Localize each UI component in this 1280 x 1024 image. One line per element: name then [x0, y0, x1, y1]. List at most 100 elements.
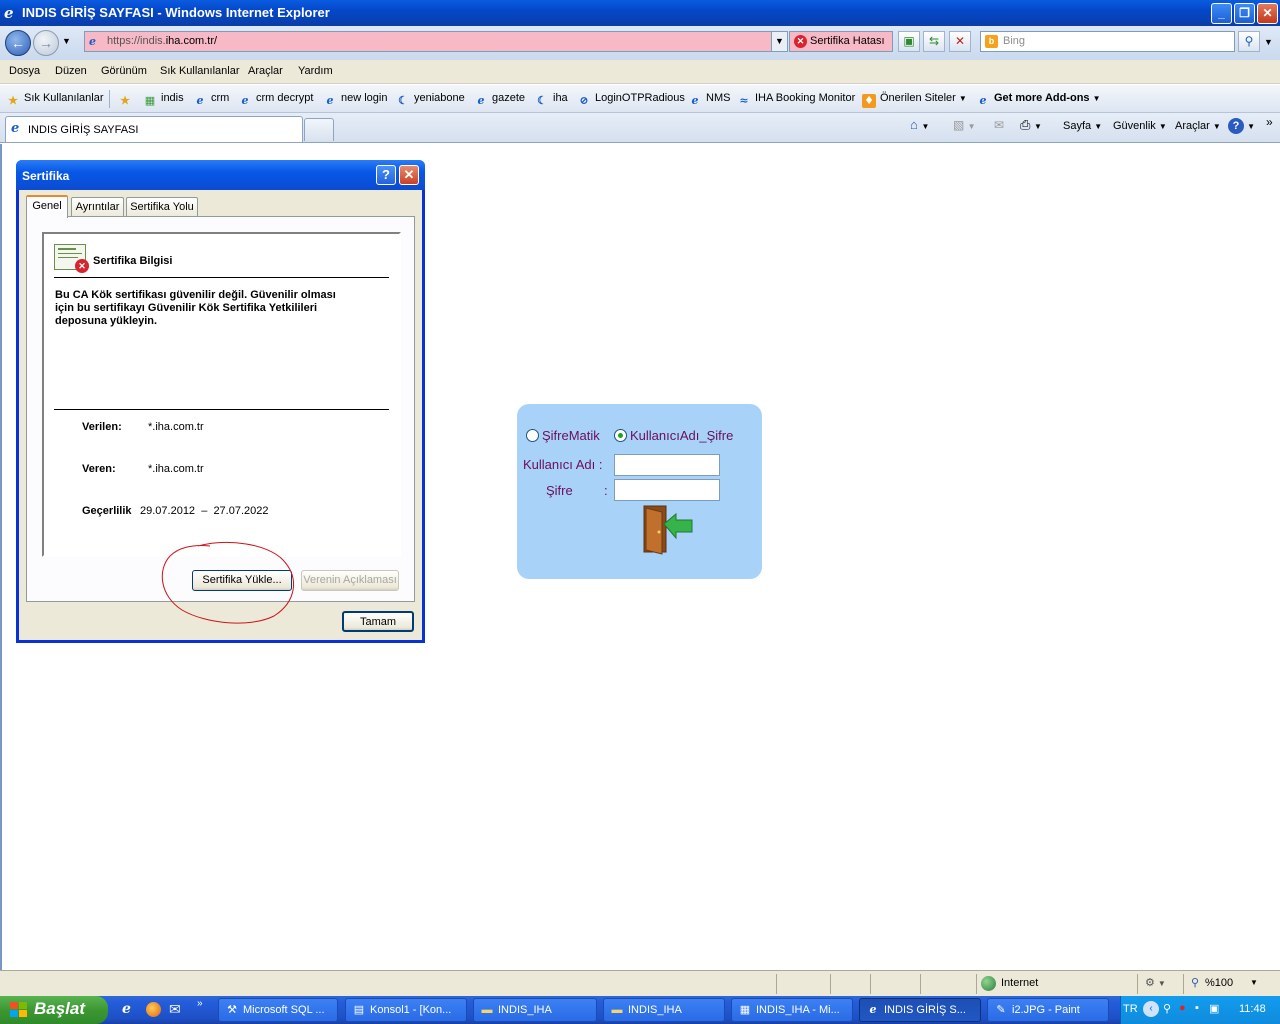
tools-menu-button[interactable]: Araçlar ▼: [1175, 120, 1221, 132]
feeds-icon[interactable]: ▧ ▼: [953, 118, 976, 132]
task-konsol[interactable]: ▤ Konsol1 - [Kon...: [345, 998, 467, 1022]
safety-menu-button[interactable]: Güvenlik ▼: [1113, 120, 1167, 132]
forward-button[interactable]: →: [33, 30, 59, 56]
system-tray: TR ‹ ⚲ ● ▪ ▣ 11:48: [1120, 996, 1280, 1024]
compatibility-view-icon[interactable]: ▣: [898, 31, 920, 52]
fav-get-more-addons[interactable]: e Get more Add-ons ▼: [976, 92, 1101, 108]
password-label: Şifre: [546, 483, 573, 498]
favorites-button[interactable]: ★ Sık Kullanılanlar: [6, 92, 103, 108]
stop-icon[interactable]: ✕: [949, 31, 971, 52]
zoom-dropdown-icon[interactable]: ▼: [1250, 978, 1258, 987]
paint-icon: ✎: [996, 1004, 1006, 1016]
tab-general[interactable]: Genel: [26, 195, 68, 218]
certificate-error-button[interactable]: ✕ Sertifika Hatası: [789, 31, 893, 52]
fav-gazete[interactable]: e gazete: [474, 92, 526, 108]
console-icon: ▤: [353, 1004, 365, 1016]
read-mail-icon[interactable]: ✉: [994, 118, 1004, 132]
quicklaunch-firefox-icon[interactable]: [146, 1002, 161, 1017]
fav-suggested-sites[interactable]: ♦ Önerilen Siteler ▼: [862, 92, 967, 108]
safety-menu-label: Güvenlik: [1113, 120, 1156, 132]
search-input[interactable]: b Bing: [980, 31, 1235, 52]
address-dropdown-icon[interactable]: ▼: [771, 32, 787, 51]
password-input[interactable]: [614, 479, 720, 501]
task-folder-1[interactable]: ▬ INDIS_IHA: [473, 998, 597, 1022]
windows-logo-icon: [10, 1002, 28, 1018]
quicklaunch-ie-icon[interactable]: e: [122, 1001, 131, 1017]
chevron-more-icon[interactable]: »: [1266, 115, 1273, 129]
radio-sifrematik[interactable]: [526, 429, 539, 442]
issuer-statement-button[interactable]: Verenin Açıklaması: [301, 570, 399, 591]
tab-certification-path[interactable]: Sertifika Yolu: [126, 197, 198, 217]
tray-expand-icon[interactable]: ‹: [1143, 1001, 1159, 1017]
dialog-titlebar[interactable]: Sertifika ? ✕: [16, 160, 425, 190]
search-options-dropdown-icon[interactable]: ▼: [1264, 37, 1273, 47]
task-label: Microsoft SQL ...: [243, 1004, 325, 1016]
login-door-icon[interactable]: [642, 504, 694, 556]
radio-kullaniciadi-sifre[interactable]: [614, 429, 627, 442]
new-tab-button[interactable]: [304, 118, 334, 141]
menu-help[interactable]: Yardım: [298, 65, 333, 77]
back-button[interactable]: ←: [5, 30, 31, 56]
print-icon[interactable]: ⎙ ▼: [1020, 117, 1042, 133]
menu-file[interactable]: Dosya: [9, 65, 40, 77]
divider: [54, 409, 389, 410]
help-icon[interactable]: ? ▼: [1228, 118, 1255, 134]
fav-iha[interactable]: ☾ iha: [535, 92, 568, 108]
search-icon[interactable]: ⚲: [1238, 31, 1260, 52]
fav-crm[interactable]: e crm: [193, 92, 230, 108]
fav-new-login[interactable]: e new login: [323, 92, 388, 108]
zoom-level[interactable]: %100: [1205, 977, 1233, 989]
protected-mode-icon[interactable]: ⚙ ▼: [1145, 976, 1166, 989]
window-titlebar[interactable]: e INDIS GİRİŞ SAYFASI - Windows Internet…: [0, 0, 1280, 26]
fav-indis[interactable]: ▦ indis: [143, 92, 184, 108]
fav-label: gazete: [492, 92, 526, 104]
tray-antivirus-icon[interactable]: ●: [1179, 1002, 1186, 1014]
task-paint[interactable]: ✎ i2.JPG - Paint: [987, 998, 1109, 1022]
tab-details[interactable]: Ayrıntılar: [71, 197, 124, 217]
dialog-help-button[interactable]: ?: [376, 165, 396, 185]
quicklaunch-outlook-icon[interactable]: ✉: [169, 1001, 181, 1018]
menu-tools[interactable]: Araçlar: [248, 65, 283, 77]
ok-button[interactable]: Tamam: [342, 611, 414, 632]
menu-edit[interactable]: Düzen: [55, 65, 87, 77]
fav-nms[interactable]: e NMS: [688, 92, 731, 108]
task-ie-indis-giris[interactable]: e INDIS GİRİŞ S...: [859, 998, 981, 1022]
clock[interactable]: 11:48: [1239, 1003, 1266, 1015]
quicklaunch-more-icon[interactable]: »: [197, 998, 203, 1009]
add-favorite-icon[interactable]: ★: [118, 92, 136, 108]
fav-label: LoginOTPRadious: [595, 92, 685, 104]
menu-favorites[interactable]: Sık Kullanılanlar: [160, 65, 240, 77]
fav-iha-booking-monitor[interactable]: ≈ IHA Booking Monitor: [737, 92, 855, 108]
fav-loginotpradious[interactable]: ⊘ LoginOTPRadious: [577, 92, 685, 108]
minimize-button[interactable]: _: [1211, 3, 1232, 24]
username-input[interactable]: [614, 454, 720, 476]
address-toolbar: ← → ▼ e https://indis.iha.com.tr/ ▼ ✕ Se…: [0, 26, 1280, 60]
home-icon[interactable]: ⌂ ▼: [910, 117, 929, 132]
task-sql[interactable]: ⚒ Microsoft SQL ...: [218, 998, 338, 1022]
address-input[interactable]: e https://indis.iha.com.tr/ ▼: [84, 31, 788, 52]
menu-view[interactable]: Görünüm: [101, 65, 147, 77]
tray-connection-icon[interactable]: ▪: [1195, 1002, 1199, 1014]
page-menu-label: Sayfa: [1063, 120, 1092, 132]
taskbar: Başlat e ✉ » ⚒ Microsoft SQL ... ▤ Konsol1…: [0, 996, 1280, 1024]
start-button[interactable]: Başlat: [0, 996, 108, 1024]
fav-yeniabone[interactable]: ☾ yeniabone: [396, 92, 465, 108]
ie-page-icon: e: [11, 121, 20, 136]
dialog-close-button[interactable]: ✕: [399, 165, 419, 185]
page-menu-button[interactable]: Sayfa ▼: [1063, 120, 1102, 132]
task-folder-2[interactable]: ▬ INDIS_IHA: [603, 998, 725, 1022]
tray-network-icon[interactable]: ⚲: [1163, 1002, 1171, 1015]
ie-logo-icon: e: [4, 4, 14, 22]
close-window-button[interactable]: ✕: [1257, 3, 1278, 24]
fav-label: iha: [553, 92, 568, 104]
tray-monitor-icon[interactable]: ▣: [1209, 1002, 1219, 1015]
maximize-button[interactable]: ❐: [1234, 3, 1255, 24]
task-indis-iha[interactable]: ▦ INDIS_IHA - Mi...: [731, 998, 853, 1022]
refresh-icon[interactable]: ⇆: [923, 31, 945, 52]
language-indicator[interactable]: TR: [1123, 1003, 1138, 1015]
link-icon: ☾: [537, 94, 547, 107]
recent-pages-dropdown-icon[interactable]: ▼: [62, 36, 71, 46]
fav-crm-decrypt[interactable]: e crm decrypt: [238, 92, 314, 108]
tab-indis-giris[interactable]: e INDIS GİRİŞ SAYFASI: [5, 116, 303, 142]
internet-zone-icon: [981, 976, 996, 991]
